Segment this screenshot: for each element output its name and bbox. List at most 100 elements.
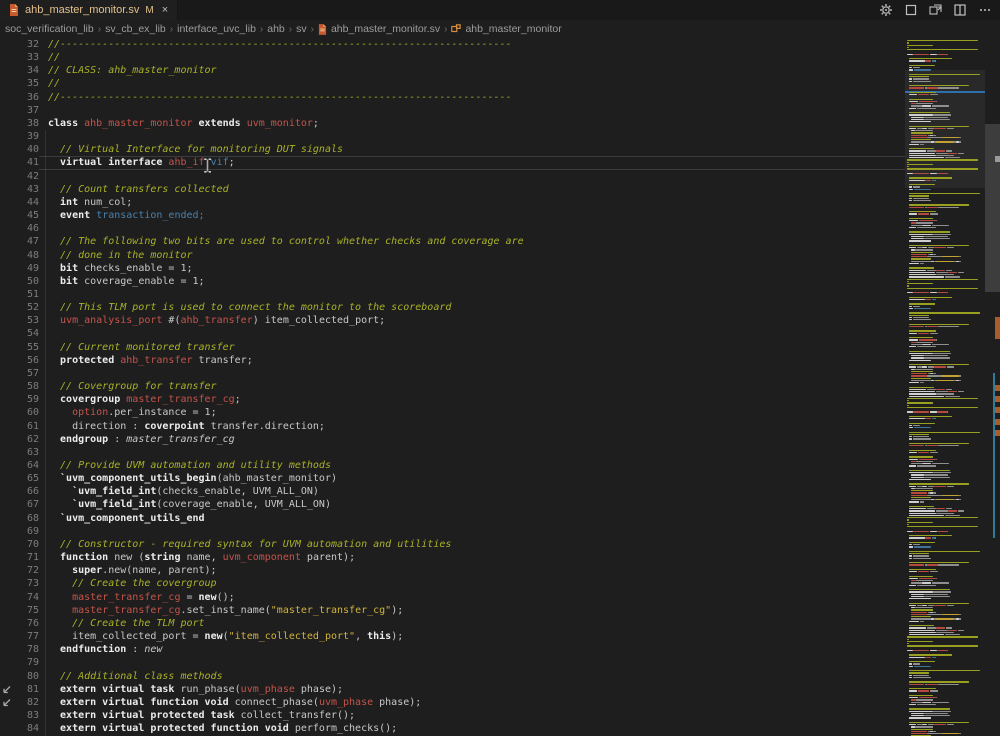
code-line[interactable]: 73 // Create the covergroup [0,577,905,590]
minimap-line-segment [959,261,961,262]
code-line[interactable]: 84 extern virtual protected function voi… [0,722,905,735]
minimap-line-segment [909,472,933,473]
code-line[interactable]: 82 extern virtual function void connect_… [0,696,905,709]
settings-gear-icon[interactable] [879,3,893,17]
code-line[interactable]: 83 extern virtual protected task collect… [0,709,905,722]
code-line[interactable]: 67 `uvm_field_int(coverage_enable, UVM_A… [0,498,905,511]
code-line[interactable]: 38class ahb_master_monitor extends uvm_m… [0,117,905,130]
code-line[interactable]: 55 // Current monitored transfer [0,341,905,354]
tab-ahb-master-monitor[interactable]: ahb_master_monitor.sv M × [0,0,178,20]
code-line[interactable]: 43 // Count transfers collected [0,183,905,196]
code-line[interactable]: 79 [0,656,905,669]
glyph-margin [0,617,13,630]
code-line[interactable]: 60 option.per_instance = 1; [0,406,905,419]
code-line[interactable]: 66 `uvm_field_int(checks_enable, UVM_ALL… [0,485,905,498]
code-line[interactable]: 39 [0,130,905,143]
minimap-line-segment [913,411,930,412]
code-line[interactable]: 49 bit checks_enable = 1; [0,262,905,275]
breadcrumb-item[interactable]: ahb_master_monitor.sv [318,23,440,35]
goto-arrow-icon[interactable] [0,696,13,709]
more-actions-icon[interactable] [978,4,992,16]
code-line[interactable]: 36//------------------------------------… [0,91,905,104]
overview-cursor-marker [995,156,1000,162]
minimap-line-segment [919,227,936,228]
code-line[interactable]: 77 item_collected_port = new("item_colle… [0,630,905,643]
code-line[interactable]: 71 function new (string name, uvm_compon… [0,551,905,564]
code-line[interactable]: 56 protected ahb_transfer transfer; [0,354,905,367]
code-line[interactable]: 57 [0,367,905,380]
minimap-line-segment [935,499,954,500]
code-line[interactable]: 41 virtual interface ahb_if vif; [0,156,905,169]
square-outline-icon[interactable] [905,4,917,16]
breadcrumb-item[interactable]: ahb_master_monitor [451,23,561,35]
code-line[interactable]: 72 super.new(name, parent); [0,564,905,577]
minimap-line-segment [909,654,952,655]
minimap[interactable] [905,38,985,736]
breadcrumb-item[interactable]: soc_verification_lib [5,23,94,35]
code-text: class ahb_master_monitor extends uvm_mon… [39,117,905,130]
breadcrumb-item[interactable]: sv [296,23,307,35]
glyph-margin [0,591,13,604]
breadcrumb-item[interactable]: ahb [267,23,285,35]
code-line[interactable]: 65 `uvm_component_utils_begin(ahb_master… [0,472,905,485]
breadcrumb-separator: › [170,24,173,35]
minimap-line-segment [930,213,938,214]
code-line[interactable]: 75 master_transfer_cg.set_inst_name("mas… [0,604,905,617]
code-line[interactable]: 78 endfunction : new [0,643,905,656]
split-editor-icon[interactable] [954,4,966,16]
minimap-line-segment [907,279,978,280]
code-line[interactable]: 53 uvm_analysis_port #(ahb_transfer) ite… [0,314,905,327]
code-line[interactable]: 33// [0,51,905,64]
code-line[interactable]: 61 direction : coverpoint transfer.direc… [0,420,905,433]
code-line[interactable]: 80 // Additional class methods [0,670,905,683]
minimap-line-segment [909,108,916,109]
minimap-line-segment [922,382,925,383]
code-text: master_transfer_cg = new(); [39,591,905,604]
code-line[interactable]: 63 [0,446,905,459]
code-line[interactable]: 59 covergroup master_transfer_cg; [0,393,905,406]
line-number: 65 [13,472,39,485]
code-line[interactable]: 42 [0,170,905,183]
code-line[interactable]: 46 [0,222,905,235]
code-line[interactable]: 50 bit coverage_enable = 1; [0,275,905,288]
code-line[interactable]: 81 extern virtual task run_phase(uvm_pha… [0,683,905,696]
breadcrumb-item[interactable]: interface_uvc_lib [177,23,256,35]
code-line[interactable]: 58 // Covergroup for transfer [0,380,905,393]
code-line[interactable]: 40 // Virtual Interface for monitoring D… [0,143,905,156]
tab-close-icon[interactable]: × [162,4,168,16]
minimap-line-segment [935,418,936,419]
code-line[interactable]: 32//------------------------------------… [0,38,905,51]
code-line[interactable]: 47 // The following two bits are used to… [0,235,905,248]
code-line[interactable]: 48 // done in the monitor [0,249,905,262]
minimap-line-segment [909,479,931,480]
minimap-line-segment [907,526,978,527]
code-line[interactable]: 64 // Provide UVM automation and utility… [0,459,905,472]
goto-arrow-icon[interactable] [0,683,13,696]
code-line[interactable]: 70 // Constructor - required syntax for … [0,538,905,551]
code-line[interactable]: 52 // This TLM port is used to connect t… [0,301,905,314]
minimap-line-segment [909,180,926,181]
minimap-line-segment [909,506,934,507]
code-line[interactable]: 62 endgroup : master_transfer_cg [0,433,905,446]
code-line[interactable]: 35// [0,77,905,90]
minimap-line-segment [948,630,956,631]
minimap-line-segment [947,247,954,248]
code-line[interactable]: 37 [0,104,905,117]
code-line[interactable]: 76 // Create the TLM port [0,617,905,630]
vertical-scrollbar[interactable] [985,38,1000,736]
open-changes-icon[interactable] [929,4,942,17]
scrollbar-thumb[interactable] [985,124,1000,292]
minimap-line-segment [915,249,932,250]
breadcrumb-item[interactable]: sv_cb_ex_lib [105,23,166,35]
minimap-line-segment [907,407,978,408]
code-editor[interactable]: 32//------------------------------------… [0,38,1000,736]
code-line[interactable]: 68 `uvm_component_utils_end [0,512,905,525]
code-line[interactable]: 34// CLASS: ahb_master_monitor [0,64,905,77]
code-lines: 32//------------------------------------… [0,38,905,735]
code-line[interactable]: 51 [0,288,905,301]
code-line[interactable]: 54 [0,327,905,340]
code-line[interactable]: 69 [0,525,905,538]
code-line[interactable]: 44 int num_col; [0,196,905,209]
code-line[interactable]: 45 event transaction_ended; [0,209,905,222]
code-line[interactable]: 74 master_transfer_cg = new(); [0,591,905,604]
